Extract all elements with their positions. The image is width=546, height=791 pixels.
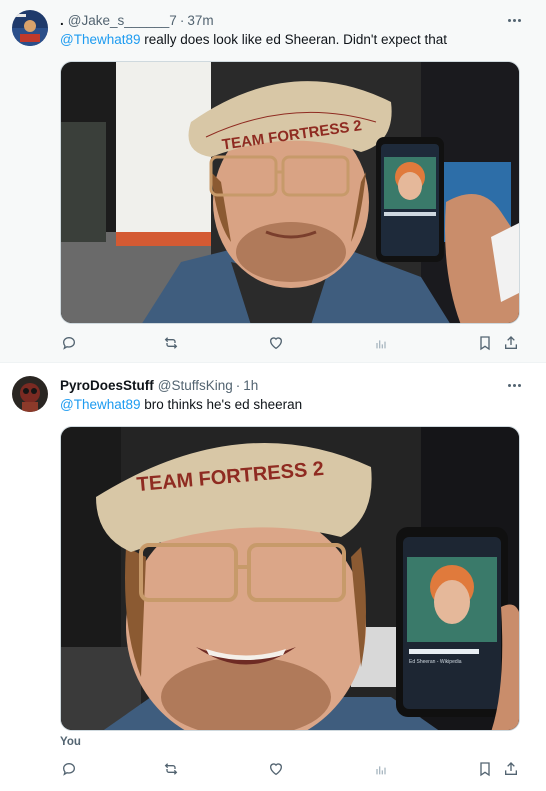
- views-icon[interactable]: [372, 334, 390, 352]
- handle[interactable]: @StuffsKing: [158, 378, 233, 393]
- media-author-label[interactable]: You: [60, 736, 81, 748]
- mention-link[interactable]: @Thewhat89: [60, 32, 141, 47]
- separator-dot: ·: [179, 12, 185, 28]
- bookmark-icon[interactable]: [476, 760, 494, 778]
- retweet-icon[interactable]: [162, 760, 180, 778]
- separator-dot: ·: [235, 377, 241, 393]
- share-icon[interactable]: [502, 334, 520, 352]
- reply-icon[interactable]: [60, 334, 78, 352]
- tweet-body: bro thinks he's ed sheeran: [140, 397, 303, 412]
- tweet-body: really does look like ed Sheeran. Didn't…: [140, 32, 448, 47]
- phone-screen-label: Ed Sheeran - Wikipedia: [409, 659, 462, 665]
- handle[interactable]: @Jake_s______7: [68, 13, 177, 28]
- display-name[interactable]: PyroDoesStuff: [60, 378, 154, 393]
- tweet-actions: [60, 334, 520, 354]
- tweet-text: @Thewhat89 really does look like ed Shee…: [60, 31, 447, 49]
- share-icon[interactable]: [502, 760, 520, 778]
- tweet-header: . @Jake_s______7 · 37m: [60, 11, 214, 29]
- display-name[interactable]: .: [60, 13, 64, 28]
- tweet[interactable]: PyroDoesStuff @StuffsKing · 1h @Thewhat8…: [0, 363, 546, 791]
- bookmark-icon[interactable]: [476, 334, 494, 352]
- tweet[interactable]: . @Jake_s______7 · 37m @Thewhat89 really…: [0, 0, 546, 362]
- tweet-header: PyroDoesStuff @StuffsKing · 1h: [60, 376, 258, 394]
- mention-link[interactable]: @Thewhat89: [60, 397, 141, 412]
- views-icon[interactable]: [372, 760, 390, 778]
- timestamp[interactable]: 1h: [243, 378, 258, 393]
- more-icon[interactable]: [504, 377, 524, 393]
- tweet-actions: [60, 760, 520, 780]
- heart-icon[interactable]: [267, 760, 285, 778]
- tweet-media[interactable]: TEAM FORTRESS 2 Ed Sheeran - Wikipedia: [60, 426, 520, 731]
- timestamp[interactable]: 37m: [187, 13, 213, 28]
- avatar[interactable]: [12, 376, 48, 412]
- tweet-media[interactable]: TEAM FORTRESS 2: [60, 61, 520, 324]
- more-icon[interactable]: [504, 12, 524, 28]
- retweet-icon[interactable]: [162, 334, 180, 352]
- heart-icon[interactable]: [267, 334, 285, 352]
- reply-icon[interactable]: [60, 760, 78, 778]
- tweet-text: @Thewhat89 bro thinks he's ed sheeran: [60, 396, 302, 414]
- avatar[interactable]: [12, 10, 48, 46]
